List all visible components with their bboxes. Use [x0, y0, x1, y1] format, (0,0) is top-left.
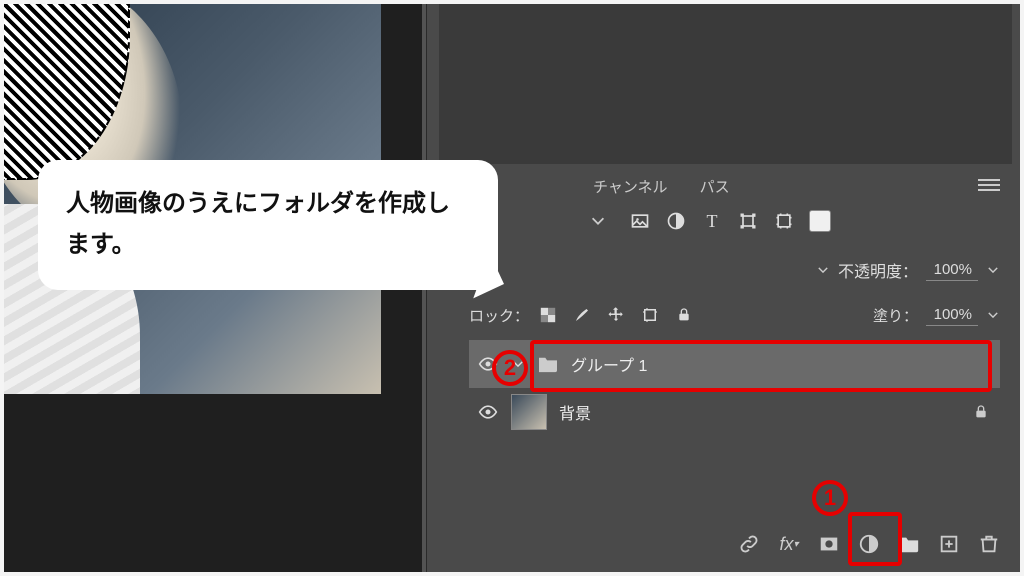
fill-label: 塗り：: [873, 305, 918, 326]
lock-all-icon[interactable]: [673, 304, 695, 326]
lock-position-icon[interactable]: [605, 304, 627, 326]
adjustment-layer-icon[interactable]: [858, 533, 880, 555]
visibility-toggle[interactable]: [477, 401, 499, 423]
opacity-value[interactable]: 100%: [926, 259, 978, 281]
layer-row-group[interactable]: グループ 1: [469, 340, 1000, 388]
new-group-icon[interactable]: [898, 533, 920, 555]
trash-icon[interactable]: [978, 533, 1000, 555]
tab-channels[interactable]: チャンネル: [577, 170, 684, 203]
layer-thumbnail[interactable]: [511, 394, 547, 430]
panel-upper-area: [439, 0, 1012, 164]
layer-name[interactable]: 背景: [559, 400, 591, 424]
lock-transparency-icon[interactable]: [537, 304, 559, 326]
tab-paths[interactable]: パス: [684, 170, 746, 203]
mask-icon[interactable]: [818, 533, 840, 555]
fx-icon[interactable]: fx▾: [778, 533, 800, 555]
lock-brush-icon[interactable]: [571, 304, 593, 326]
fill-value[interactable]: 100%: [926, 304, 978, 326]
lock-artboard-icon[interactable]: [639, 304, 661, 326]
layer-row-background[interactable]: 背景: [469, 388, 1000, 436]
folder-icon: [537, 355, 559, 373]
transform-icon[interactable]: [737, 210, 759, 232]
panel-menu-icon[interactable]: [978, 176, 1000, 190]
chevron-down-icon[interactable]: [986, 263, 1000, 277]
opacity-label: 不透明度：: [838, 258, 918, 282]
layer-name[interactable]: グループ 1: [571, 352, 647, 376]
link-layers-icon[interactable]: [738, 533, 760, 555]
adjustment-icon[interactable]: [665, 210, 687, 232]
color-chip[interactable]: [809, 210, 831, 232]
layer-panel-footer: fx▾: [469, 520, 1000, 568]
type-icon[interactable]: T: [701, 210, 723, 232]
lock-icon[interactable]: [970, 401, 992, 423]
new-layer-icon[interactable]: [938, 533, 960, 555]
image-icon[interactable]: [629, 210, 651, 232]
chevron-down-icon[interactable]: [816, 263, 830, 277]
chevron-down-icon[interactable]: [511, 357, 525, 371]
layer-list: グループ 1 背景: [469, 340, 1000, 436]
blend-mode-dropdown[interactable]: [589, 212, 607, 230]
speech-bubble: 人物画像のうえにフォルダを作成します。: [38, 160, 498, 290]
visibility-toggle[interactable]: [477, 353, 499, 375]
chevron-down-icon[interactable]: [986, 308, 1000, 322]
artboard-icon[interactable]: [773, 210, 795, 232]
